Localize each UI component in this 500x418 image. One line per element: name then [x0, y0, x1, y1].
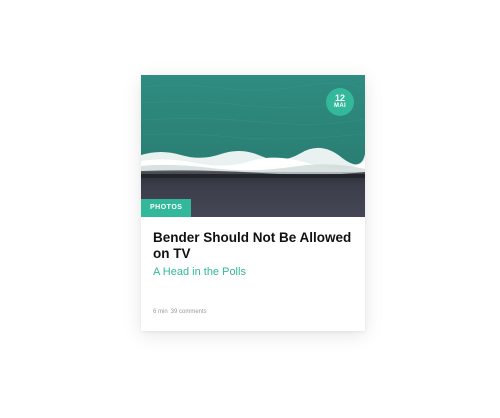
date-month: MAI [334, 103, 346, 109]
card-subtitle: A Head in the Polls [153, 266, 246, 278]
comments-count[interactable]: 39 comments [171, 309, 207, 315]
card-body: Bender Should Not Be Allowed on TV A Hea… [153, 230, 355, 279]
card-title[interactable]: Bender Should Not Be Allowed on TV [153, 230, 355, 262]
article-card[interactable]: 12 MAI PHOTOS Bender Should Not Be Allow… [141, 75, 365, 331]
read-time: 6 min [153, 309, 168, 315]
date-day: 12 [334, 93, 345, 103]
card-meta: 6 min 39 comments [153, 309, 207, 315]
date-badge: 12 MAI [326, 88, 354, 116]
card-image[interactable]: 12 MAI [141, 75, 365, 217]
category-tag[interactable]: PHOTOS [141, 199, 192, 217]
